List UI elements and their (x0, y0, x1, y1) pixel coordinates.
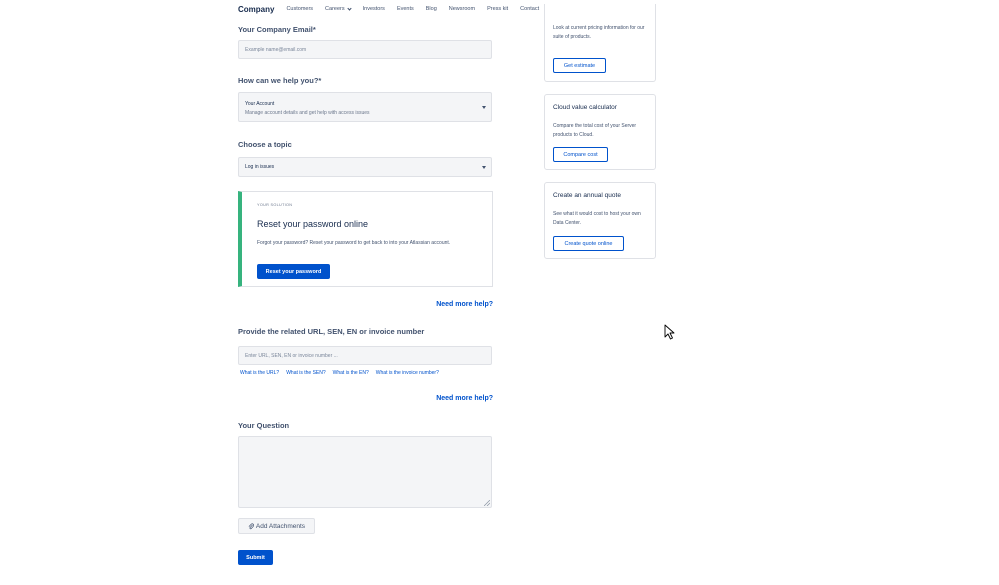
solution-title: Reset your password online (257, 219, 369, 229)
topic-select[interactable]: Log in issues (238, 157, 492, 177)
nav-careers[interactable]: Careers (325, 5, 352, 12)
solution-panel: YOUR SOLUTION Reset your password online… (238, 191, 493, 287)
question-label: Your Question (238, 421, 290, 430)
email-label: Your Company Email* (238, 25, 316, 34)
need-more-help-link[interactable]: Need more help? (380, 395, 493, 402)
topic-label: Choose a topic (238, 140, 292, 149)
nav-careers-label: Careers (325, 6, 345, 12)
what-is-url-link[interactable]: What is the URL? (240, 370, 279, 376)
what-is-invoice-link[interactable]: What is the invoice number? (376, 370, 439, 376)
add-attachments-label: Add Attachments (255, 522, 306, 530)
dropdown-arrow-icon (482, 166, 486, 169)
resize-handle-icon[interactable] (484, 500, 490, 506)
annual-quote-card-title: Create an annual quote (553, 192, 621, 199)
help-selected-title: Your Account (245, 101, 275, 107)
cloud-value-card-title: Cloud value calculator (553, 104, 617, 111)
email-field[interactable]: Example name@email.com (238, 40, 492, 59)
dropdown-arrow-icon (482, 106, 486, 109)
solution-kicker: YOUR SOLUTION (257, 203, 293, 207)
submit-button[interactable]: Submit (238, 550, 273, 565)
cloud-value-card: Cloud value calculator Compare the total… (544, 94, 656, 170)
solution-text: Forgot your password? Reset your passwor… (257, 240, 451, 246)
url-placeholder: Enter URL, SEN, EN or invoice number ... (245, 353, 338, 359)
brand-logo[interactable]: Company (238, 5, 274, 14)
annual-quote-card-text: See what it would cost to host your own … (553, 211, 641, 226)
url-label: Provide the related URL, SEN, EN or invo… (238, 327, 425, 336)
add-attachments-button[interactable]: Add Attachments (238, 518, 315, 534)
nav-investors[interactable]: Investors (363, 6, 385, 12)
nav-blog[interactable]: Blog (426, 6, 437, 12)
compare-cost-button[interactable]: Compare cost (553, 147, 608, 162)
question-textarea[interactable] (238, 436, 492, 508)
paperclip-icon (248, 522, 254, 529)
help-select[interactable]: Your Account Manage account details and … (238, 92, 492, 122)
pricing-card: Look at current pricing information for … (544, 4, 656, 82)
nav-newsroom[interactable]: Newsroom (449, 6, 475, 12)
nav-contact[interactable]: Contact (520, 6, 539, 12)
nav-events[interactable]: Events (397, 6, 414, 12)
topic-selected: Log in issues (245, 164, 275, 170)
pricing-card-text: Look at current pricing information for … (553, 25, 645, 40)
get-estimate-button[interactable]: Get estimate (553, 58, 606, 73)
help-links: What is the URL? What is the SEN? What i… (240, 370, 446, 376)
chevron-down-icon (346, 5, 352, 11)
nav-customers[interactable]: Customers (286, 6, 313, 12)
top-nav: Company Customers Careers Investors Even… (238, 3, 551, 15)
email-placeholder: Example name@email.com (245, 47, 307, 53)
cloud-value-card-text: Compare the total cost of your Server pr… (553, 123, 637, 138)
url-input[interactable]: Enter URL, SEN, EN or invoice number ... (238, 346, 492, 365)
reset-password-button[interactable]: Reset your password (257, 264, 330, 279)
nav-press-kit[interactable]: Press kit (487, 6, 508, 12)
what-is-sen-link[interactable]: What is the SEN? (286, 370, 325, 376)
what-is-en-link[interactable]: What is the EN? (333, 370, 369, 376)
annual-quote-card: Create an annual quote See what it would… (544, 182, 656, 259)
need-more-help-link[interactable]: Need more help? (380, 301, 493, 308)
mouse-cursor-icon (664, 324, 675, 340)
help-selected-subtitle: Manage account details and get help with… (245, 110, 370, 116)
help-label: How can we help you?* (238, 76, 322, 85)
create-quote-button[interactable]: Create quote online (553, 236, 624, 251)
